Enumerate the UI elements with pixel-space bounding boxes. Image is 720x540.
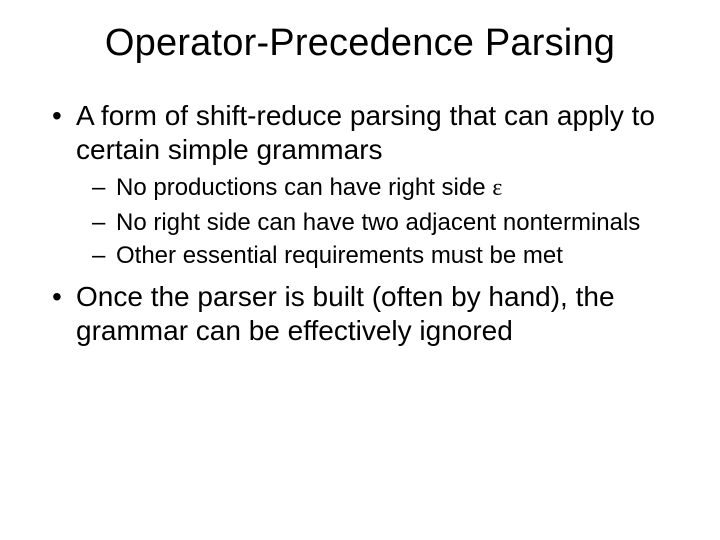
sub-bullet-2-text: No right side can have two adjacent nont… xyxy=(116,209,640,236)
bullet-1: A form of shift-reduce parsing that can … xyxy=(48,99,672,270)
sub-bullet-1: No productions can have right side ε xyxy=(92,173,672,203)
slide-title: Operator-Precedence Parsing xyxy=(48,22,672,65)
bullet-2-text: Once the parser is built (often by hand)… xyxy=(76,281,615,346)
sub-bullet-3-text: Other essential requirements must be met xyxy=(116,242,563,269)
bullet-2: Once the parser is built (often by hand)… xyxy=(48,280,672,348)
sub-bullet-3: Other essential requirements must be met xyxy=(92,241,672,270)
sub-bullet-list: No productions can have right side ε No … xyxy=(92,173,672,270)
sub-bullet-2: No right side can have two adjacent nont… xyxy=(92,208,672,237)
slide: Operator-Precedence Parsing A form of sh… xyxy=(0,0,720,540)
epsilon-symbol: ε xyxy=(492,175,502,201)
sub-bullet-1-text: No productions can have right side xyxy=(116,174,492,201)
bullet-1-text: A form of shift-reduce parsing that can … xyxy=(76,100,655,165)
bullet-list: A form of shift-reduce parsing that can … xyxy=(48,99,672,348)
